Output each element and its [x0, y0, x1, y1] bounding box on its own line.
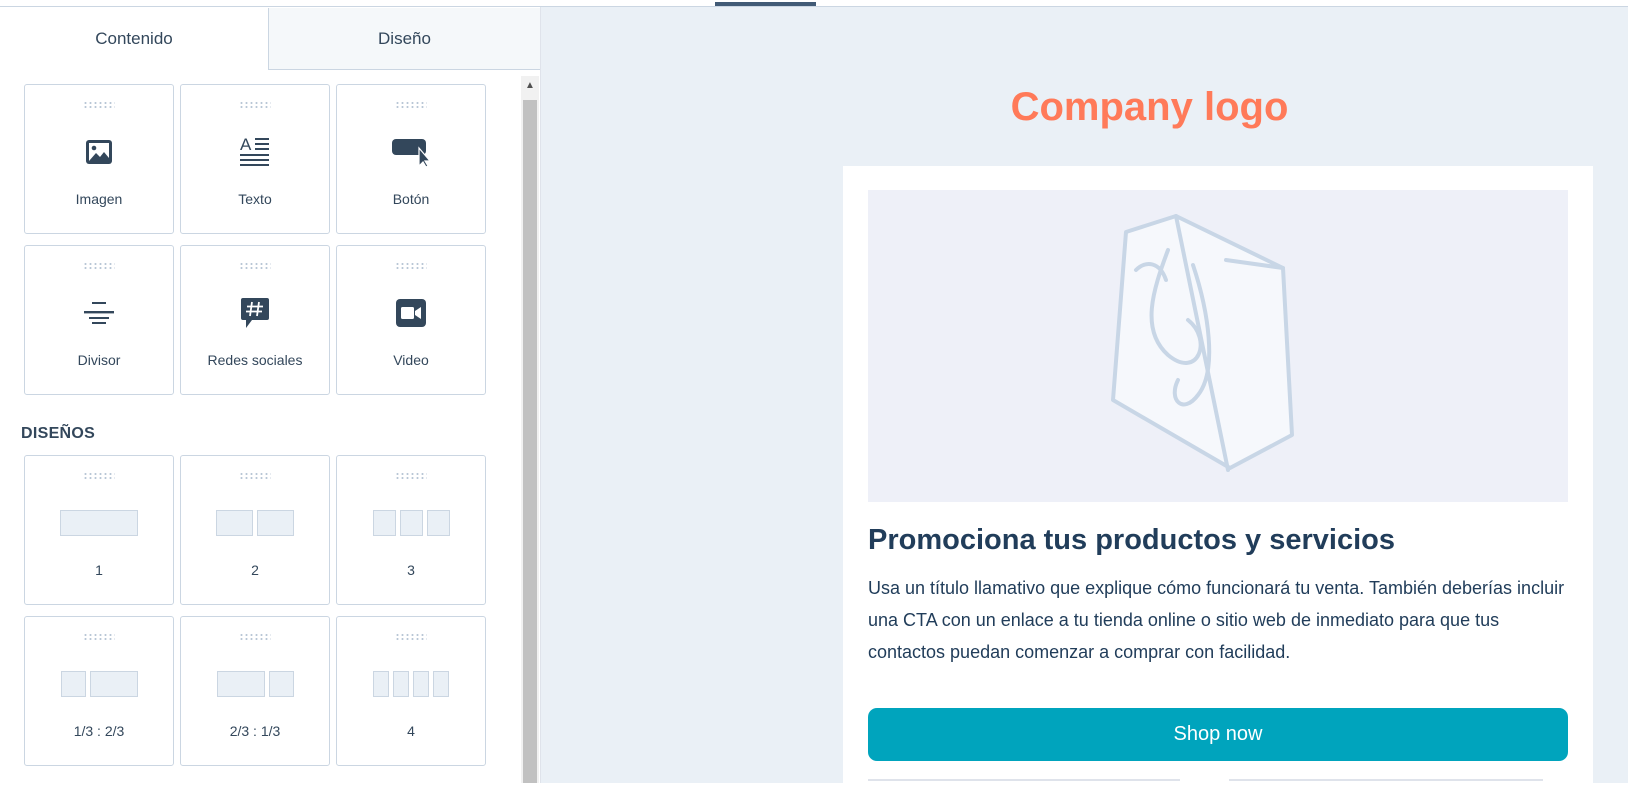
email-headline[interactable]: Promociona tus productos y servicios: [868, 524, 1568, 557]
layout-item-label: 1/3 : 2/3: [73, 723, 125, 739]
layout-2-columns-icon: [181, 510, 329, 536]
video-camera-icon: [337, 296, 485, 330]
layout-two-thirds-one-third-icon: [181, 671, 329, 697]
content-item-social[interactable]: Redes sociales: [180, 245, 330, 395]
next-section-divider-right: [1229, 779, 1543, 781]
content-item-label: Botón: [392, 191, 430, 207]
layout-item-3[interactable]: 3: [336, 455, 486, 605]
layout-item-label: 3: [407, 562, 415, 578]
content-item-label: Texto: [238, 191, 272, 207]
tab-diseno[interactable]: Diseño: [268, 8, 540, 70]
content-item-label: Imagen: [75, 191, 123, 207]
drag-handle-icon[interactable]: [239, 101, 271, 109]
shop-now-button[interactable]: Shop now: [868, 708, 1568, 761]
layout-item-4[interactable]: 4: [336, 616, 486, 766]
drag-handle-icon[interactable]: [395, 472, 427, 480]
layout-item-label: 2/3 : 1/3: [229, 723, 281, 739]
social-hashtag-icon: [181, 296, 329, 330]
text-icon: A: [181, 135, 329, 169]
drag-handle-icon[interactable]: [83, 633, 115, 641]
layout-3-columns-icon: [337, 510, 485, 536]
layout-item-2[interactable]: 2: [180, 455, 330, 605]
sidebar-scrollbar[interactable]: ▲: [521, 76, 539, 783]
email-preview-canvas: Company logo Promociona tus productos y …: [541, 7, 1628, 806]
content-item-image[interactable]: Imagen: [24, 84, 174, 234]
content-item-label: Video: [393, 352, 429, 368]
layout-item-label: 2: [251, 562, 259, 578]
email-body: Promociona tus productos y servicios Usa…: [843, 166, 1593, 806]
layout-item-label: 4: [407, 723, 415, 739]
content-item-label: Divisor: [77, 352, 121, 368]
scroll-up-arrow-icon[interactable]: ▲: [521, 76, 539, 94]
layout-4-columns-icon: [337, 671, 485, 697]
layout-item-label: 1: [95, 562, 103, 578]
layout-item-1-3-2-3[interactable]: 1/3 : 2/3: [24, 616, 174, 766]
drag-handle-icon[interactable]: [83, 101, 115, 109]
layout-item-2-3-1-3[interactable]: 2/3 : 1/3: [180, 616, 330, 766]
image-icon: [25, 135, 173, 169]
layout-1-column-icon: [25, 510, 173, 536]
editor-sidebar: Contenido Diseño Imagen A Texto Botón Di…: [0, 7, 541, 783]
next-section-divider-left: [868, 779, 1180, 781]
email-body-text[interactable]: Usa un título llamativo que explique cóm…: [868, 572, 1568, 668]
tab-contenido[interactable]: Contenido: [0, 8, 268, 70]
company-logo[interactable]: Company logo: [541, 85, 1628, 130]
layout-item-1[interactable]: 1: [24, 455, 174, 605]
layout-one-third-two-thirds-icon: [25, 671, 173, 697]
shopping-bag-illustration-icon: [1111, 214, 1294, 472]
content-item-button[interactable]: Botón: [336, 84, 486, 234]
content-item-text[interactable]: A Texto: [180, 84, 330, 234]
content-item-label: Redes sociales: [207, 352, 303, 368]
sidebar-tabs: Contenido Diseño: [0, 8, 540, 70]
scrollbar-thumb[interactable]: [523, 100, 537, 783]
drag-handle-icon[interactable]: [239, 472, 271, 480]
button-cursor-icon: [337, 135, 485, 169]
svg-text:A: A: [240, 135, 252, 154]
content-item-divider[interactable]: Divisor: [24, 245, 174, 395]
top-tab-indicator: [715, 2, 816, 6]
divider-icon: [25, 296, 173, 330]
drag-handle-icon[interactable]: [239, 262, 271, 270]
drag-handle-icon[interactable]: [395, 633, 427, 641]
drag-handle-icon[interactable]: [395, 262, 427, 270]
layouts-section-title: DISEÑOS: [21, 425, 96, 442]
content-item-video[interactable]: Video: [336, 245, 486, 395]
drag-handle-icon[interactable]: [83, 262, 115, 270]
sidebar-scroll-area: Imagen A Texto Botón Divisor Redes socia…: [0, 70, 540, 783]
drag-handle-icon[interactable]: [395, 101, 427, 109]
hero-image[interactable]: [868, 190, 1568, 502]
drag-handle-icon[interactable]: [239, 633, 271, 641]
drag-handle-icon[interactable]: [83, 472, 115, 480]
